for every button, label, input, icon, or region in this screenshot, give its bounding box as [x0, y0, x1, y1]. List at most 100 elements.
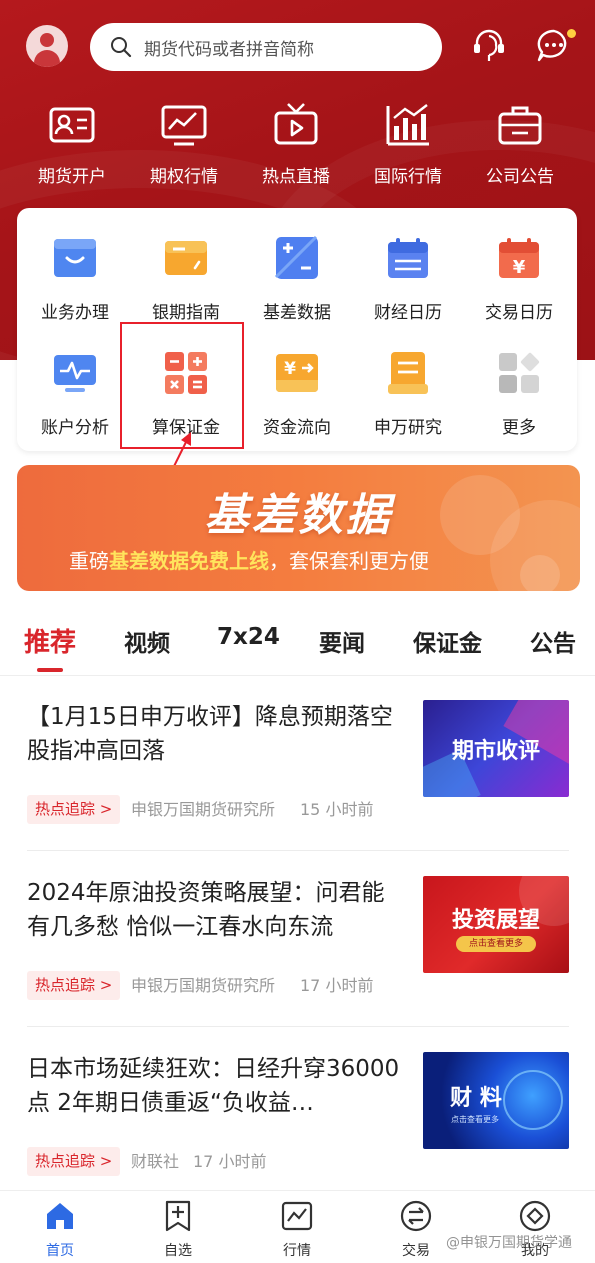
tab-announcement[interactable]: 公告: [530, 624, 576, 658]
news-thumbnail[interactable]: 财 料 点击查看更多: [423, 1052, 569, 1149]
news-tag[interactable]: 热点追踪 >: [27, 795, 121, 824]
watermark: @申银万国期货学通: [446, 1235, 572, 1251]
top-nav-announcements[interactable]: 公司公告: [470, 100, 570, 187]
calendar-icon: [388, 238, 428, 278]
news-headline[interactable]: 2024年原油投资策略展望：问君能有几多愁 恰似一江春水向东流: [27, 876, 402, 944]
top-nav-live[interactable]: 热点直播: [246, 100, 346, 187]
grid-item-label: 银期指南: [152, 303, 220, 323]
plus-minus-icon: [274, 235, 318, 279]
line-chart-icon: [281, 1201, 313, 1231]
news-time: 15 小时前: [300, 800, 374, 819]
tab-margin[interactable]: 保证金: [413, 624, 482, 658]
id-card-icon: [49, 107, 95, 143]
grid-item-sw-research[interactable]: 申万研究: [353, 350, 463, 438]
tab-news[interactable]: 要闻: [319, 624, 365, 658]
news-source: 申银万国期货研究所: [131, 800, 276, 819]
service-grid-panel: 业务办理 银期指南 基差数据 财经日历 ¥ 交易日历 账户分析 算保证金 ¥ 资…: [17, 208, 577, 451]
folder-icon: [54, 239, 96, 277]
pulse-monitor-icon: [54, 355, 96, 392]
grid-item-label: 业务办理: [41, 303, 109, 323]
bar-chart-icon: [386, 104, 429, 146]
diamond-circle-icon: [519, 1200, 551, 1232]
notification-dot: [567, 29, 576, 38]
svg-text:¥: ¥: [284, 359, 296, 379]
divider: [27, 850, 569, 851]
tv-play-icon: [274, 103, 318, 145]
divider: [0, 675, 595, 676]
yen-calendar-icon: ¥: [499, 238, 539, 278]
yen-flow-icon: ¥: [276, 354, 318, 392]
grid-item-label: 申万研究: [374, 418, 442, 438]
grid-item-fund-flow[interactable]: ¥ 资金流向: [242, 350, 352, 438]
top-nav-label: 国际行情: [374, 167, 442, 187]
customer-service-icon[interactable]: [469, 25, 509, 65]
news-thumbnail[interactable]: 投资展望 点击查看更多: [423, 876, 569, 973]
nav-home[interactable]: 首页: [20, 1199, 100, 1260]
search-bar[interactable]: 期货代码或者拼音简称: [90, 23, 442, 71]
top-nav-label: 热点直播: [262, 167, 330, 187]
news-item[interactable]: 日本市场延续狂欢：日经升穿36000点 2年期日债重返“负收益… 热点追踪 > …: [0, 1052, 595, 1212]
bottom-nav: 首页 自选 行情 交易 我的: [0, 1190, 595, 1263]
thumbnail-title: 财 料: [450, 1086, 502, 1111]
grid-item-business[interactable]: 业务办理: [20, 235, 130, 323]
active-tab-indicator: [37, 668, 63, 672]
grid-item-label: 交易日历: [485, 303, 553, 323]
message-button[interactable]: [534, 25, 576, 65]
news-headline[interactable]: 日本市场延续狂欢：日经升穿36000点 2年期日债重返“负收益…: [27, 1052, 402, 1120]
news-tag[interactable]: 热点追踪 >: [27, 1147, 121, 1176]
grid-item-label: 基差数据: [263, 303, 331, 323]
tab-recommend[interactable]: 推荐: [24, 622, 76, 659]
nav-watchlist[interactable]: 自选: [138, 1199, 218, 1260]
tab-7x24[interactable]: 7x24: [217, 624, 280, 650]
news-item[interactable]: 2024年原油投资策略展望：问君能有几多愁 恰似一江春水向东流 热点追踪 > 申…: [0, 876, 595, 1036]
thumbnail-cta: 点击查看更多: [451, 1115, 499, 1124]
grid-item-bank-guide[interactable]: 银期指南: [131, 235, 241, 323]
grid-item-more[interactable]: 更多: [464, 350, 574, 438]
search-icon: [111, 37, 132, 58]
more-grid-icon: [499, 352, 540, 393]
highlight-box: [120, 322, 244, 449]
top-nav-account-open[interactable]: 期货开户: [22, 100, 122, 187]
divider: [27, 1026, 569, 1027]
nav-label: 行情: [283, 1243, 311, 1259]
news-source: 申银万国期货研究所: [131, 976, 276, 995]
grid-item-finance-calendar[interactable]: 财经日历: [353, 235, 463, 323]
top-nav-label: 公司公告: [486, 167, 554, 187]
news-source: 财联社: [131, 1152, 180, 1171]
top-nav-options-quotes[interactable]: 期权行情: [134, 100, 234, 187]
grid-item-label: 财经日历: [374, 303, 442, 323]
grid-item-basis-data[interactable]: 基差数据: [242, 235, 352, 323]
grid-item-trade-calendar[interactable]: ¥ 交易日历: [464, 235, 574, 323]
nav-quotes[interactable]: 行情: [257, 1199, 337, 1260]
top-nav-label: 期货开户: [38, 167, 106, 187]
briefcase-icon: [498, 106, 542, 145]
banner-subtitle: 重磅基差数据免费上线，套保套利更方便: [69, 549, 429, 573]
grid-item-label: 更多: [502, 418, 536, 438]
nav-label: 首页: [46, 1243, 74, 1259]
banner-title: 基差数据: [204, 490, 393, 541]
card-icon: [165, 241, 207, 275]
grid-item-account-analysis[interactable]: 账户分析: [20, 350, 130, 438]
search-placeholder: 期货代码或者拼音简称: [144, 39, 314, 60]
top-nav-label: 期权行情: [150, 167, 218, 187]
nav-label: 交易: [402, 1243, 430, 1259]
thumbnail-cta: 点击查看更多: [456, 936, 536, 952]
chart-monitor-icon: [161, 105, 207, 146]
news-thumbnail[interactable]: 期市收评: [423, 700, 569, 797]
nav-trade[interactable]: 交易: [376, 1199, 456, 1260]
news-item[interactable]: 【1月15日申万收评】降息预期落空 股指冲高回落 热点追踪 > 申银万国期货研究…: [0, 700, 595, 860]
content-tabs: 推荐 视频 7x24 要闻 保证金 公告: [0, 620, 595, 670]
home-icon: [47, 1203, 73, 1229]
top-nav-intl-quotes[interactable]: 国际行情: [358, 100, 458, 187]
news-headline[interactable]: 【1月15日申万收评】降息预期落空 股指冲高回落: [27, 700, 402, 768]
thumbnail-title: 投资展望: [451, 908, 540, 933]
thumbnail-title: 期市收评: [451, 739, 540, 764]
news-time: 17 小时前: [193, 1152, 267, 1171]
bookmark-plus-icon: [165, 1200, 191, 1232]
news-tag[interactable]: 热点追踪 >: [27, 971, 121, 1000]
promo-banner[interactable]: 基差数据 重磅基差数据免费上线，套保套利更方便: [17, 465, 580, 591]
tab-video[interactable]: 视频: [124, 624, 170, 658]
avatar[interactable]: [26, 25, 68, 67]
grid-item-label: 资金流向: [263, 418, 331, 438]
news-time: 17 小时前: [300, 976, 374, 995]
